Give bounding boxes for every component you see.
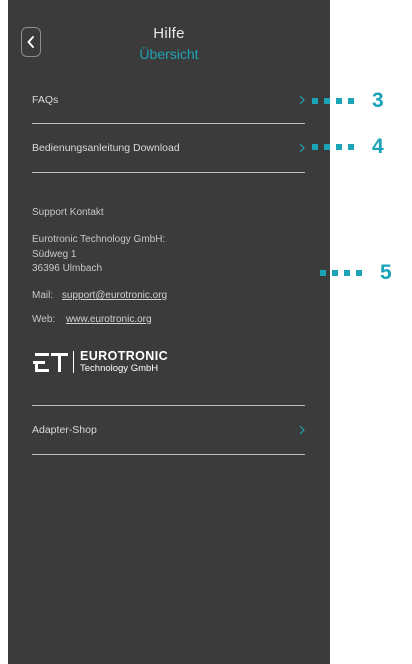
page-subtitle: Übersicht bbox=[139, 46, 199, 62]
annotation-dots bbox=[312, 97, 354, 104]
support-company: Eurotronic Technology GmbH: bbox=[32, 234, 166, 245]
annotation-dots bbox=[320, 269, 362, 276]
page: Hilfe Übersicht FAQs Bedienungsanleitung… bbox=[0, 0, 412, 664]
menu-item-label: FAQs bbox=[32, 94, 59, 106]
support-street: Südweg 1 bbox=[32, 249, 77, 260]
annotation-number: 5 bbox=[380, 261, 392, 284]
annotation-callout-support: 5 bbox=[320, 262, 392, 283]
menu-item-manual-download[interactable]: Bedienungsanleitung Download bbox=[32, 133, 305, 163]
chevron-right-icon bbox=[299, 95, 305, 105]
divider bbox=[32, 172, 305, 173]
divider bbox=[32, 123, 305, 124]
page-title: Hilfe bbox=[153, 25, 185, 42]
web-link[interactable]: www.eurotronic.org bbox=[66, 314, 152, 325]
annotation-callout-manual-download: 4 bbox=[312, 136, 384, 157]
support-web-row: Web: www.eurotronic.org bbox=[32, 313, 152, 326]
et-logo-icon bbox=[33, 353, 68, 372]
support-heading: Support Kontakt bbox=[32, 207, 104, 218]
annotation-number: 4 bbox=[372, 135, 384, 158]
support-city: 36396 Ulmbach bbox=[32, 263, 103, 274]
chevron-right-icon bbox=[299, 425, 305, 435]
menu-item-label: Bedienungsanleitung Download bbox=[32, 142, 180, 154]
chevron-right-icon bbox=[299, 143, 305, 153]
annotation-callout-faqs: 3 bbox=[312, 90, 384, 111]
logo-brand: EUROTRONIC bbox=[80, 349, 169, 363]
divider bbox=[32, 454, 305, 455]
web-label: Web: bbox=[32, 314, 56, 325]
annotation-dots bbox=[312, 143, 354, 150]
logo-tagline: Technology GmbH bbox=[80, 363, 159, 374]
logo-text: EUROTRONIC Technology GmbH bbox=[80, 349, 169, 375]
eurotronic-logo: EUROTRONIC Technology GmbH bbox=[33, 347, 168, 377]
menu-item-faqs[interactable]: FAQs bbox=[32, 85, 305, 115]
divider bbox=[32, 405, 305, 406]
help-screen: Hilfe Übersicht FAQs Bedienungsanleitung… bbox=[8, 0, 330, 664]
menu-item-label: Adapter-Shop bbox=[32, 424, 97, 436]
annotation-number: 3 bbox=[372, 89, 384, 112]
logo-separator bbox=[73, 351, 74, 373]
mail-link[interactable]: support@eurotronic.org bbox=[62, 290, 167, 301]
support-mail-row: Mail: support@eurotronic.org bbox=[32, 289, 167, 302]
menu-item-adapter-shop[interactable]: Adapter-Shop bbox=[32, 415, 305, 445]
mail-label: Mail: bbox=[32, 290, 54, 301]
